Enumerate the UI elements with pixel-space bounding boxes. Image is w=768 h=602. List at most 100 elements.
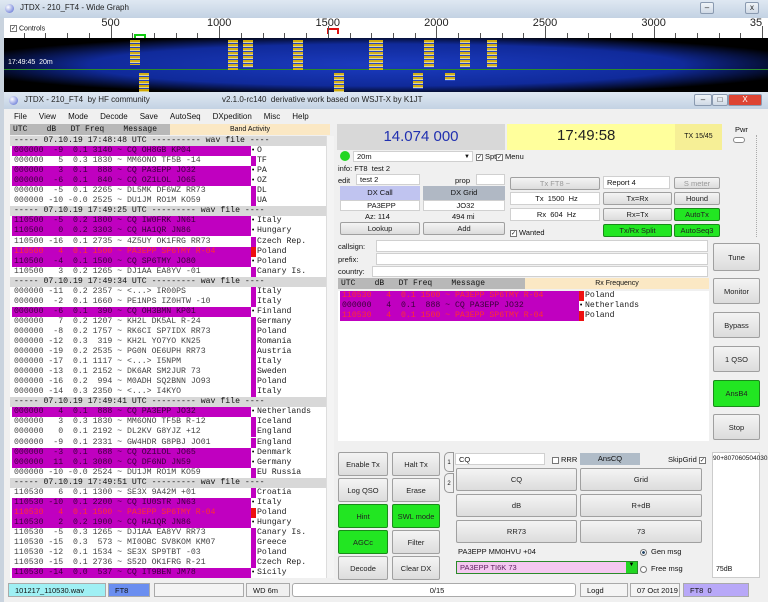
decode-row[interactable]: 110530 -5 0.3 1265 ~ DJ1AA EA8YV RR73 Can…: [10, 527, 326, 538]
menu-item-view[interactable]: View: [39, 112, 56, 121]
decode-row[interactable]: 000000 -6 0.1 390 ~ CQ OH3BMN KP01 • Finla…: [10, 306, 326, 317]
rx-frequency-spinbox[interactable]: Rx 604 Hz: [510, 208, 600, 221]
decode-row[interactable]: 110500 3 0.2 1265 ~ DJ1AA EA8YV -01 Canar…: [10, 266, 326, 277]
decode-row[interactable]: 110500 4 0.1 1500 ~ PA3EPP SP6TMY R-04 Po…: [10, 246, 326, 257]
add-button[interactable]: Add: [423, 222, 505, 235]
s-meter-button[interactable]: S meter: [674, 177, 720, 189]
decode-row[interactable]: 110500 0 0.2 3303 ~ CQ HA1QR JN86 • Hungar…: [10, 226, 326, 237]
grid-button[interactable]: Grid: [580, 468, 702, 491]
gen-msg-radio[interactable]: Gen msg: [640, 547, 681, 556]
rr73-button[interactable]: RR73: [456, 520, 577, 543]
country-field[interactable]: [372, 266, 708, 277]
anscq-button[interactable]: AnsCQ: [580, 453, 640, 465]
db-button[interactable]: dB: [456, 494, 577, 517]
decode-row[interactable]: 000000 3 0.1 888 ~ CQ PA3EPP JO32 • PA: [10, 166, 326, 177]
decode-row[interactable]: 000000 -10 -0.0 2525 ~ DU1JM RO1M KO59 UA: [10, 196, 326, 207]
prefix-field[interactable]: [376, 253, 708, 265]
edit-field[interactable]: test 2: [356, 174, 420, 185]
filter-button[interactable]: Filter: [392, 530, 440, 554]
report-spinbox[interactable]: Report 4: [603, 176, 670, 189]
decode-row[interactable]: 000000 -12 0.3 319 ~ KH2L YO7YO KN25 Roma…: [10, 337, 326, 347]
decode-row[interactable]: 110530 6 0.1 1300 ~ SE3X 9A42M +01 Croati…: [10, 487, 326, 498]
decode-separator[interactable]: ----- 07.10.19 17:49:51 UTC --------- wa…: [10, 477, 326, 488]
waterfall[interactable]: 17:49:45 20m: [4, 38, 768, 93]
message-tab-1[interactable]: 1: [444, 452, 454, 472]
free-message-combo[interactable]: PA3EPP TI6K 73 ▼: [456, 561, 638, 574]
decode-row[interactable]: 000000 -3 0.1 688 ~ CQ OZ1LOL JO65 • Denma…: [10, 447, 326, 458]
decode-row[interactable]: 110530 -10 0.1 2200 ~ CQ IU0STR JN63 • Ita…: [10, 497, 326, 508]
decode-row[interactable]: 000000 -6 0.1 840 ~ CQ OZ1LOL JO65 • OZ: [10, 176, 326, 187]
close-button[interactable]: X: [728, 94, 762, 106]
decode-row[interactable]: 000000 -9 0.1 3140 ~ CQ OH8GB KP04 • O: [10, 146, 326, 157]
decode-row[interactable]: 000000 -16 0.2 994 ~ M0ADH SQ2BNN JO93 Po…: [10, 377, 326, 388]
decode-row[interactable]: 000000 -8 0.2 1757 ~ RK6CI SP7IDX RR73 Po…: [10, 326, 326, 337]
decode-separator[interactable]: ----- 07.10.19 17:49:34 UTC --------- wa…: [10, 276, 326, 287]
decode-row[interactable]: 000000 -13 0.1 2152 ~ DK6AR SM2JUR 73 Swe…: [10, 367, 326, 378]
menu-item-autoseq[interactable]: AutoSeq: [170, 112, 201, 121]
decode-row[interactable]: 000000 -14 0.3 2350 ~ <...> I4KYO Italy: [10, 387, 326, 398]
one-qso-button[interactable]: 1 QSO: [713, 346, 760, 372]
decode-row[interactable]: 110500 -5 0.2 1800 ~ CQ IW0FRK JN61 • Ital…: [10, 216, 326, 227]
hint-button[interactable]: Hint: [338, 504, 388, 528]
menu-item-dxpedition[interactable]: DXpedition: [213, 112, 252, 121]
autotx-button[interactable]: AutoTx: [674, 208, 720, 221]
rrr-checkbox[interactable]: RRR: [552, 455, 577, 464]
maximize-button[interactable]: □: [712, 94, 728, 106]
halt-tx-button[interactable]: Halt Tx: [392, 452, 440, 476]
decode-row[interactable]: 000000 7 0.2 1207 ~ KH2L DK5AL R-24 Germa…: [10, 316, 326, 327]
menu-item-mode[interactable]: Mode: [68, 112, 88, 121]
decode-row[interactable]: 110530 -15 0.1 2736 ~ S52D OK1FRG R-21 Cz…: [10, 558, 326, 569]
stop-button[interactable]: Stop: [713, 414, 760, 440]
tx-rx-split-button[interactable]: Tx/Rx Split: [603, 224, 672, 237]
decode-row[interactable]: 110530 4 0.1 1500 ~ PA3EPP SP6TMY R-04 Po…: [10, 507, 326, 518]
decode-row[interactable]: 000000 4 0.1 888 ~ CQ PA3EPP JO32 • Nether…: [10, 407, 326, 418]
decode-row[interactable]: 110530 4 0.1 1500 ~ PA3EPP SP6TMY R-04 Po…: [338, 311, 709, 322]
decode-row[interactable]: 000000 0 0.1 2192 ~ DL2KV G8YJZ +12 Engla…: [10, 427, 326, 438]
power-slider-handle[interactable]: [733, 137, 745, 143]
decode-row[interactable]: 000000 -11 0.2 2357 ~ <...> IR00PS Italy: [10, 286, 326, 297]
close-button[interactable]: x: [745, 2, 759, 14]
autoseq-button[interactable]: AutoSeq3: [674, 224, 720, 237]
free-msg-radio[interactable]: Free msg: [640, 564, 683, 573]
decode-separator[interactable]: ----- 07.10.19 17:49:41 UTC --------- wa…: [10, 397, 326, 408]
decode-separator[interactable]: ----- 07.10.19 17:48:48 UTC ---------- w…: [10, 136, 326, 146]
decode-row[interactable]: 110530 -15 0.3 573 ~ MI0OBC SV8KOM KM07 G…: [10, 538, 326, 548]
power-slider[interactable]: [731, 135, 757, 237]
tx-eq-rx-button[interactable]: Tx=Rx: [603, 192, 672, 205]
menu-item-misc[interactable]: Misc: [264, 112, 280, 121]
clear-dx-button[interactable]: Clear DX: [392, 556, 440, 580]
message-tab-2[interactable]: 2: [444, 473, 454, 493]
log-qso-button[interactable]: Log QSO: [338, 478, 388, 502]
cq-field[interactable]: CQ: [455, 453, 545, 465]
decode-row[interactable]: 110500 -4 0.1 1500 ~ CQ SP6TMY JO80 • Pola…: [10, 256, 326, 267]
menu-checkbox[interactable]: ✓ Menu: [496, 152, 524, 161]
r-db-button[interactable]: R+dB: [580, 494, 702, 517]
decode-row[interactable]: 110530 4 0.1 1500 ~ PA3EPP SP6TMY R-04 Po…: [338, 291, 709, 301]
tune-button[interactable]: Tune: [713, 243, 760, 271]
controls-checkbox[interactable]: ✓ Controls: [10, 25, 45, 32]
monitor-button[interactable]: Monitor: [713, 278, 760, 304]
band-select[interactable]: 20m ▼: [353, 151, 473, 162]
73-button[interactable]: 73: [580, 520, 702, 543]
menu-item-save[interactable]: Save: [140, 112, 158, 121]
rx-eq-tx-button[interactable]: Rx=Tx: [603, 208, 672, 221]
ansb4-button[interactable]: AnsB4: [713, 380, 760, 407]
decode-button[interactable]: Decode: [338, 556, 388, 580]
decode-row[interactable]: 110530 2 0.2 1900 ~ CQ HA1QR JN86 • Hungar…: [10, 517, 326, 528]
minimize-button[interactable]: –: [700, 2, 714, 14]
erase-button[interactable]: Erase: [392, 478, 440, 502]
decode-row[interactable]: 000000 -17 0.1 1117 ~ <...> I5NPM Italy: [10, 357, 326, 368]
spot-checkbox[interactable]: ✓ Spt: [476, 152, 496, 161]
decode-row[interactable]: 000000 -2 0.1 1660 ~ PE1NPS IZ0HTW -10 It…: [10, 296, 326, 307]
dx-grid-field[interactable]: JO32: [423, 200, 505, 211]
tx-mode-button[interactable]: Tx FT8 ~: [510, 177, 600, 190]
band-activity-scrollbar[interactable]: [326, 136, 334, 578]
tx-frequency-spinbox[interactable]: Tx 1500 Hz: [510, 192, 600, 205]
decode-row[interactable]: 000000 -19 0.2 2535 ~ PG0N OE6UPH RR73 Au…: [10, 347, 326, 358]
rx-frequency-list[interactable]: 110530 4 0.1 1500 ~ PA3EPP SP6TMY R-04 Po…: [338, 291, 709, 441]
decode-row[interactable]: 110530 -14 0.0 537 ~ CQ IT9BEN JM78 • Sici…: [10, 568, 326, 579]
wanted-checkbox[interactable]: ✓ Wanted: [510, 228, 545, 237]
decode-row[interactable]: 000000 -10 -0.0 2524 ~ DU1JM RO1M KO59 EU…: [10, 467, 326, 478]
decode-row[interactable]: 000000 5 0.3 1830 ~ MM6ONO TF5B -14 TF: [10, 156, 326, 167]
menu-item-decode[interactable]: Decode: [100, 112, 128, 121]
